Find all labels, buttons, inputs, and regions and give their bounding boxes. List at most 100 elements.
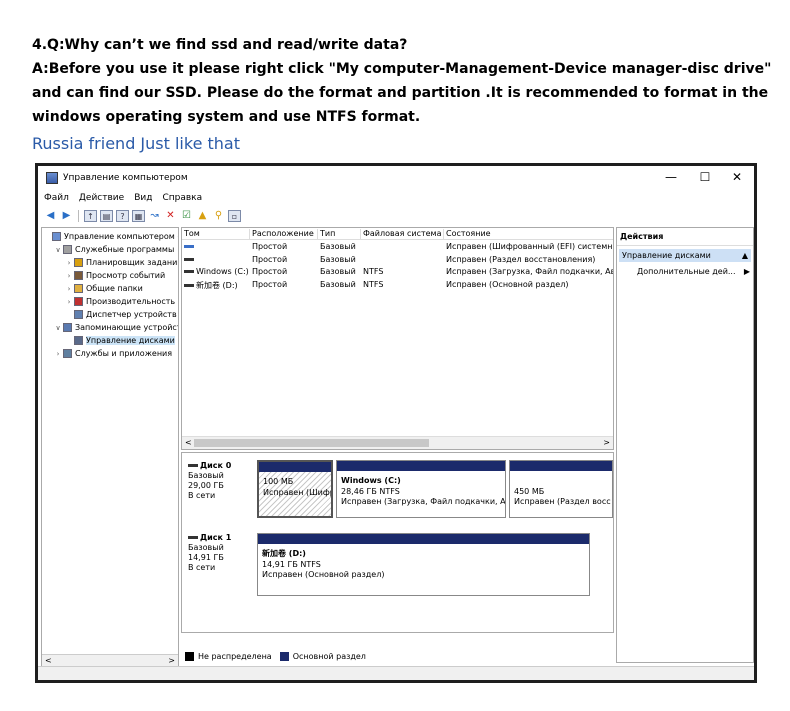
tree-node-icon bbox=[74, 258, 83, 267]
volume-cell-layout: Простой bbox=[252, 242, 288, 251]
disk-1-label[interactable]: Диск 1 Базовый 14,91 ГБ В сети bbox=[188, 533, 231, 573]
column-status[interactable]: Состояние bbox=[444, 229, 613, 240]
actions-disk-management[interactable]: Управление дисками ▲ bbox=[619, 249, 751, 262]
tree-node-icon bbox=[52, 232, 61, 241]
window-titlebar: Управление компьютером — ☐ ✕ bbox=[38, 166, 754, 190]
properties-icon[interactable]: ▦ bbox=[132, 210, 145, 222]
volume-cell-layout: Простой bbox=[252, 279, 288, 289]
volume-row[interactable]: Простой Базовый Исправен (Шифрованный (EFI… bbox=[182, 242, 613, 254]
status-bar bbox=[38, 666, 754, 680]
volume-cell-name: Windows (C:) bbox=[184, 267, 250, 276]
view-icon[interactable]: ▫ bbox=[228, 210, 241, 222]
disk-1-data-partition[interactable]: 新加卷 (D:) 14,91 ГБ NTFS Исправен (Основно… bbox=[257, 533, 590, 596]
tree-item[interactable]: Управление дисками bbox=[42, 334, 175, 347]
unallocated-swatch bbox=[185, 651, 194, 661]
volume-cell-status: Исправен (Шифрованный (EFI) системный bbox=[446, 242, 614, 251]
folder-up-icon[interactable]: ▲ bbox=[196, 210, 209, 222]
volume-row[interactable]: Windows (C:) Простой Базовый NTFS Исправен (… bbox=[182, 267, 613, 279]
tree-node-icon bbox=[63, 245, 72, 254]
connect-icon[interactable]: ↝ bbox=[148, 210, 161, 222]
actions-pane: Действия Управление дисками ▲ Дополнител… bbox=[616, 227, 754, 663]
tree-node-icon bbox=[74, 297, 83, 306]
tree-item-label: Управление дисками bbox=[86, 336, 175, 345]
tree-item-label: Управление компьютером (л bbox=[64, 232, 179, 241]
volume-icon bbox=[184, 270, 194, 273]
partition-size: 100 МБ bbox=[263, 477, 294, 486]
expand-arrow-icon[interactable]: › bbox=[64, 272, 74, 280]
partition-status: Исправен (Загрузка, Файл подкачки, Ава bbox=[341, 497, 506, 506]
disk-0-windows-partition[interactable]: Windows (C:) 28,46 ГБ NTFS Исправен (Заг… bbox=[336, 460, 506, 518]
tree-item-label: Производительность bbox=[86, 297, 176, 306]
expand-arrow-icon[interactable]: › bbox=[64, 285, 74, 293]
search-icon[interactable]: ⚲ bbox=[212, 210, 225, 222]
menu-help[interactable]: Справка bbox=[162, 193, 202, 203]
tree-scrollbar[interactable]: < > bbox=[42, 654, 178, 666]
disk-0-recovery-partition[interactable]: 450 МБ Исправен (Раздел восс bbox=[509, 460, 613, 518]
menu-view[interactable]: Вид bbox=[134, 193, 152, 203]
tree-item-label: Службы и приложения bbox=[75, 349, 173, 358]
tree-item[interactable]: › Планировщик заданий bbox=[42, 256, 178, 269]
column-type[interactable]: Тип bbox=[318, 229, 361, 240]
volume-row[interactable]: 新加卷 (D:) Простой Базовый NTFS Исправен (Осно… bbox=[182, 280, 613, 292]
column-volume[interactable]: Том bbox=[182, 229, 250, 240]
primary-swatch bbox=[279, 651, 289, 661]
tree-item[interactable]: Диспетчер устройств bbox=[42, 308, 177, 321]
tree-item-label: Диспетчер устройств bbox=[86, 310, 177, 319]
menu-action[interactable]: Действие bbox=[79, 193, 124, 203]
checkbox-icon[interactable]: ☑ bbox=[180, 210, 193, 222]
volume-icon bbox=[184, 283, 194, 287]
volume-row[interactable]: Простой Базовый Исправен (Раздел восстанов… bbox=[182, 255, 613, 267]
expand-arrow-icon[interactable]: ∨ bbox=[53, 246, 63, 254]
help-icon[interactable]: ? bbox=[116, 210, 129, 222]
maximize-button[interactable]: ☐ bbox=[690, 168, 720, 186]
faq-answer: A:Before you use it please right click "… bbox=[32, 61, 772, 125]
disk-1-name: Диск 1 bbox=[188, 533, 231, 543]
volume-icon bbox=[184, 245, 194, 248]
back-arrow-icon[interactable]: ◀ bbox=[44, 210, 57, 222]
scroll-right-icon[interactable]: > bbox=[603, 437, 610, 449]
disk-0-efi-partition[interactable]: 100 МБ Исправен (Шифр bbox=[257, 460, 333, 518]
forward-arrow-icon[interactable]: ▶ bbox=[60, 210, 73, 222]
up-folder-icon[interactable]: ↑ bbox=[84, 210, 97, 222]
tree-item[interactable]: › Просмотр событий bbox=[42, 269, 165, 282]
volume-list-scrollbar[interactable]: < > bbox=[182, 436, 613, 449]
tree-item[interactable]: ∨ Запоминающие устройст bbox=[42, 321, 178, 334]
menu-file[interactable]: Файл bbox=[44, 193, 69, 203]
actions-more[interactable]: Дополнительные дей... ▶ bbox=[617, 265, 753, 276]
minimize-button[interactable]: — bbox=[656, 168, 686, 186]
disk-1-type: Базовый bbox=[188, 543, 224, 552]
tree-item[interactable]: › Службы и приложения bbox=[42, 347, 172, 360]
legend-unallocated: Не распределена bbox=[198, 651, 272, 661]
tree-item[interactable]: › Общие папки bbox=[42, 282, 143, 295]
volume-cell-name bbox=[184, 242, 250, 251]
expand-arrow-icon[interactable]: ∨ bbox=[53, 324, 63, 332]
expand-arrow-icon[interactable]: › bbox=[64, 298, 74, 306]
actions-header: Действия bbox=[617, 228, 753, 246]
scroll-right-icon[interactable]: > bbox=[168, 655, 175, 666]
disk-1-state: В сети bbox=[188, 563, 216, 572]
submenu-arrow-icon: ▶ bbox=[743, 267, 750, 276]
tree-item[interactable]: Управление компьютером (л bbox=[42, 230, 179, 243]
partition-bar bbox=[337, 461, 505, 471]
column-layout[interactable]: Расположение bbox=[250, 229, 318, 240]
tree-item[interactable]: ∨ Служебные программы bbox=[42, 243, 174, 256]
delete-icon[interactable]: ✕ bbox=[164, 210, 177, 222]
collapse-icon[interactable]: ▲ bbox=[742, 251, 748, 260]
disk-0-label[interactable]: Диск 0 Базовый 29,00 ГБ В сети bbox=[188, 461, 231, 501]
volume-list-header: Том Расположение Тип Файловая система Со… bbox=[182, 228, 613, 240]
expand-arrow-icon[interactable]: › bbox=[64, 259, 74, 267]
console-tree-icon[interactable]: ▤ bbox=[100, 210, 113, 222]
disk-map: Диск 0 Базовый 29,00 ГБ В сети 100 МБ Ис… bbox=[181, 452, 614, 633]
volume-cell-layout: Простой bbox=[252, 267, 288, 276]
computer-management-screenshot: Управление компьютером — ☐ ✕ Файл Действ… bbox=[35, 163, 757, 683]
expand-arrow-icon[interactable]: › bbox=[53, 350, 63, 358]
column-filesystem[interactable]: Файловая система bbox=[361, 229, 444, 240]
actions-more-label: Дополнительные дей... bbox=[637, 267, 736, 276]
volume-cell-status: Исправен (Загрузка, Файл подкачки, Ава bbox=[446, 267, 614, 276]
scrollbar-thumb[interactable] bbox=[194, 439, 429, 447]
console-tree: Управление компьютером (л ∨ Служебные прог… bbox=[41, 227, 179, 667]
close-button[interactable]: ✕ bbox=[722, 168, 752, 186]
scroll-left-icon[interactable]: < bbox=[45, 655, 52, 666]
scroll-left-icon[interactable]: < bbox=[185, 437, 192, 449]
tree-item[interactable]: › Производительность bbox=[42, 295, 175, 308]
